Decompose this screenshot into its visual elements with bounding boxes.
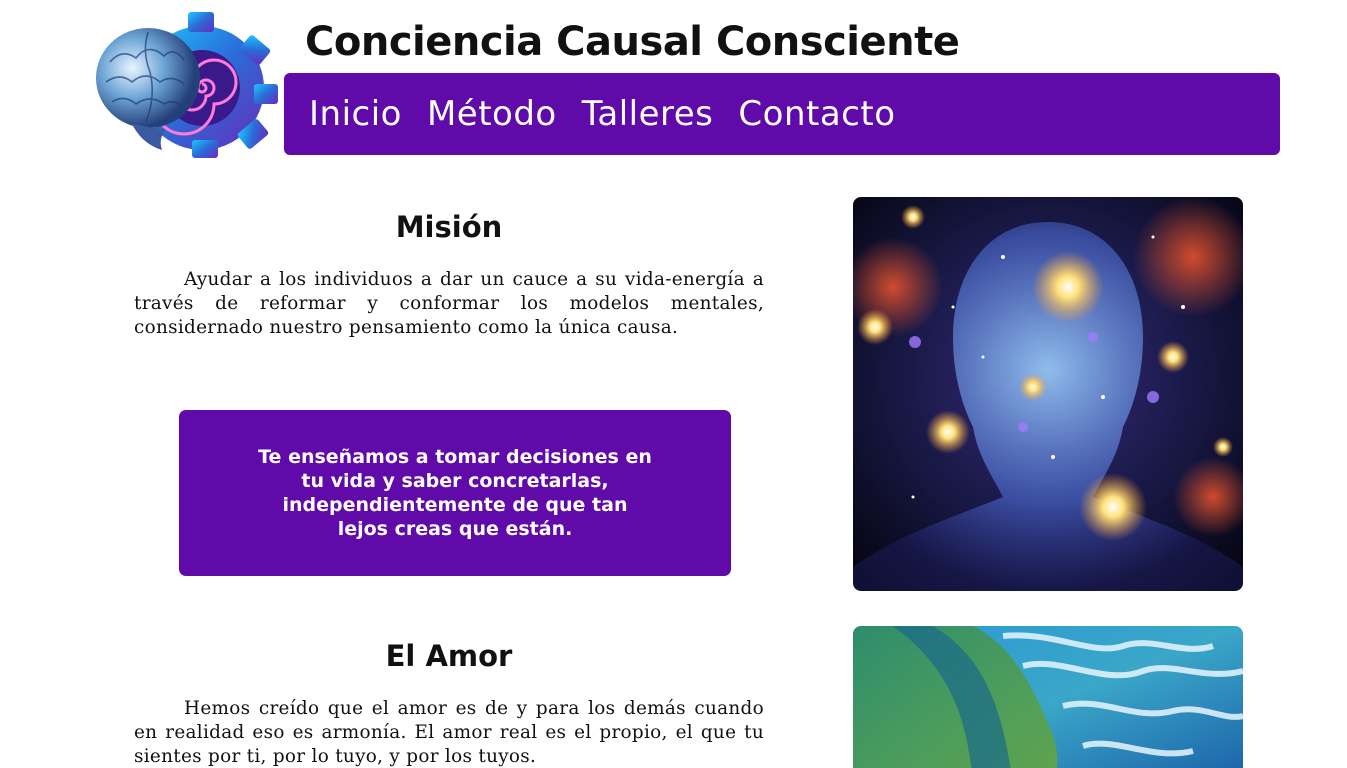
mission-title: Misión bbox=[395, 210, 503, 244]
love-text: Hemos creído que el amor es de y para lo… bbox=[134, 698, 764, 767]
main-nav: Inicio Método Talleres Contacto bbox=[284, 73, 1280, 155]
callout-box: Te enseñamos a tomar decisiones en tu vi… bbox=[179, 410, 731, 576]
nav-link-inicio[interactable]: Inicio bbox=[309, 94, 402, 134]
callout-text: Te enseñamos a tomar decisiones en tu vi… bbox=[258, 446, 652, 540]
nav-link-metodo[interactable]: Método bbox=[427, 94, 557, 134]
brain-spiral-logo[interactable] bbox=[92, 12, 278, 158]
nav-link-contacto[interactable]: Contacto bbox=[738, 94, 895, 134]
page: Conciencia Causal Consciente Inicio Méto… bbox=[0, 0, 1347, 768]
love-title: El Amor bbox=[385, 639, 513, 673]
mission-text: Ayudar a los individuos a dar un cauce a… bbox=[134, 269, 764, 338]
water-wave-image bbox=[853, 626, 1243, 768]
cosmic-head-image bbox=[853, 197, 1243, 591]
site-title: Conciencia Causal Consciente bbox=[305, 19, 960, 65]
nav-link-talleres[interactable]: Talleres bbox=[582, 94, 714, 134]
